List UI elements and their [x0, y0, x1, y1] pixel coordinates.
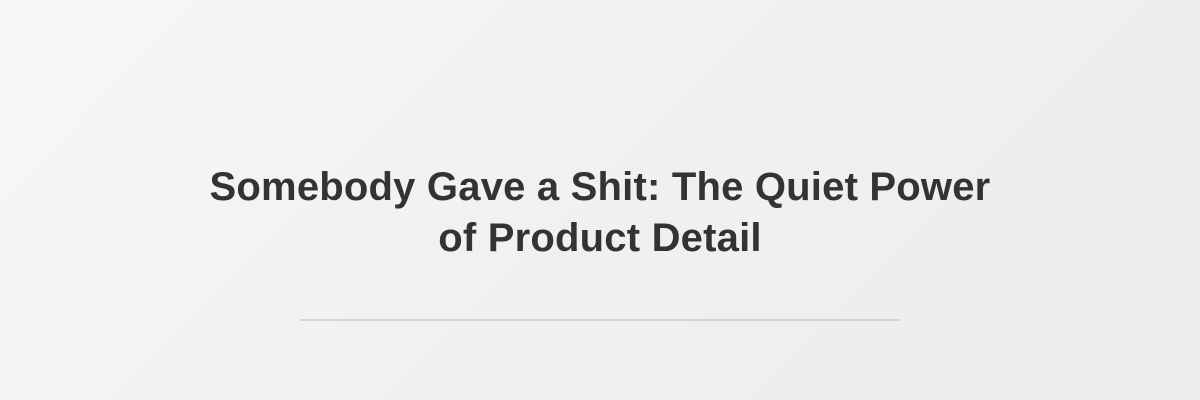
page-title: Somebody Gave a Shit: The Quiet Power of…: [209, 165, 991, 260]
title-divider: [300, 319, 900, 321]
title-card: Somebody Gave a Shit: The Quiet Power of…: [0, 0, 1200, 400]
